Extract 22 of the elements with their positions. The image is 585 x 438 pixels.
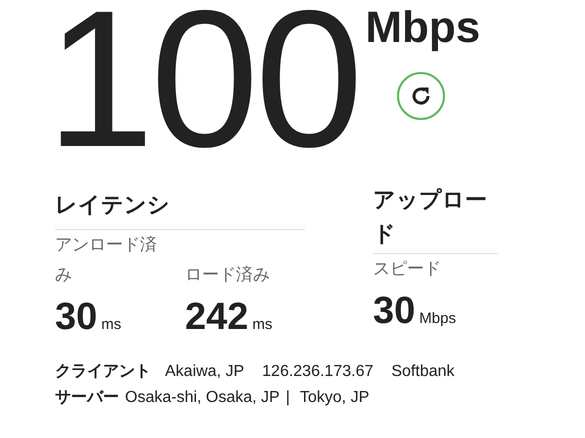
speed-value: 100: [46, 0, 360, 177]
refresh-button[interactable]: [397, 72, 446, 120]
metric-unit: ms: [101, 315, 122, 335]
metric-value: 30: [373, 292, 416, 330]
client-info: Softbank: [391, 362, 455, 382]
metric-label: ロード済み: [185, 264, 271, 286]
metric-label: スピード: [373, 258, 442, 280]
server-info: Tokyo, JP: [300, 388, 370, 408]
metric-value: 30: [55, 298, 98, 336]
metric-value: 242: [185, 298, 248, 336]
separator: |: [286, 388, 290, 408]
speed-unit: Mbps: [365, 6, 480, 50]
client-label: クライアント: [55, 362, 151, 382]
server-label: サーバー: [55, 388, 119, 408]
metric-unit: Mbps: [419, 309, 456, 329]
section-title: アップロード: [373, 186, 488, 248]
server-info: Osaka-shi, Osaka, JP: [125, 388, 280, 408]
client-info: 126.236.173.67: [262, 362, 374, 382]
client-info: Akaiwa, JP: [165, 362, 244, 382]
section-title: レイテンシ: [55, 191, 171, 219]
metric-label: アンロード済み: [55, 234, 158, 286]
metric-unit: ms: [252, 315, 272, 335]
